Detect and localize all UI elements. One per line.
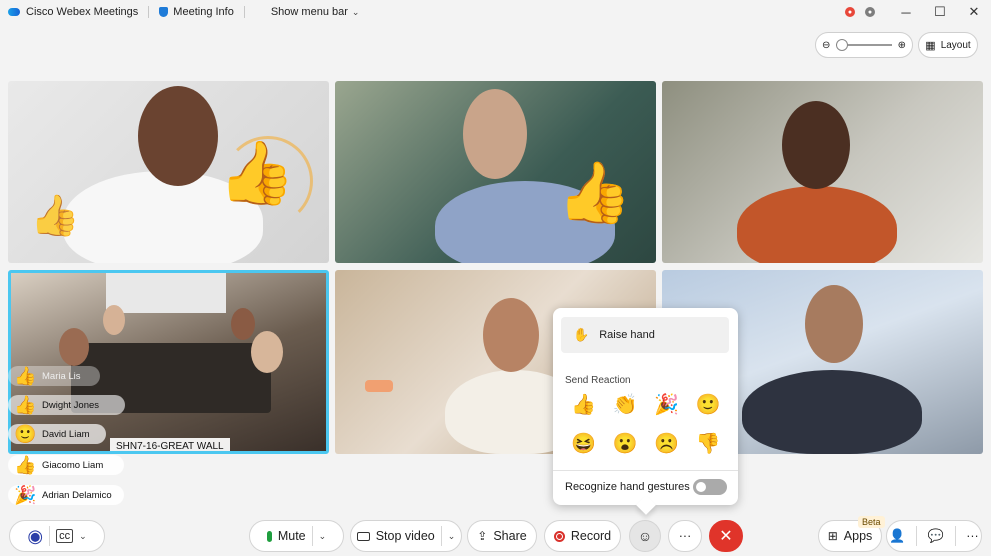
- room-label: SHN7-16-GREAT WALL: [110, 438, 230, 451]
- participant-reaction-item: 👍 Dwight Jones: [8, 395, 125, 415]
- show-menu-bar-button[interactable]: Show menu bar ⌄: [271, 6, 360, 18]
- record-icon: [553, 530, 565, 542]
- recording-status-icon: ●: [845, 7, 855, 17]
- hand-thumbs-up-icon: 👍: [30, 194, 80, 238]
- profile-status-icon: ●: [865, 7, 875, 17]
- right-panel-group: 👤 💬 ···: [886, 520, 982, 552]
- closed-caption-icon[interactable]: cc: [56, 529, 74, 543]
- participant-reaction-item: 👍 Giacomo Liam: [8, 455, 124, 475]
- smile-icon[interactable]: 🙂: [688, 392, 730, 417]
- mute-button[interactable]: Mute: [278, 529, 306, 543]
- mute-button-group: Mute ⌄: [249, 520, 344, 552]
- layout-button[interactable]: ▦ Layout: [918, 32, 978, 58]
- sad-icon[interactable]: ☹️: [646, 431, 688, 456]
- chevron-down-icon[interactable]: ⌄: [319, 531, 327, 542]
- minimize-button[interactable]: ─: [889, 5, 923, 20]
- thumbs-up-reaction-icon: 👍: [557, 159, 632, 226]
- raise-hand-button[interactable]: ✋ Raise hand: [561, 317, 729, 353]
- camera-icon: [356, 531, 370, 541]
- beta-badge: Beta: [858, 516, 885, 528]
- reactions-popup: ✋ Raise hand Send Reaction 👍 👏 🎉 🙂 😆 😮 ☹…: [553, 308, 738, 505]
- thumbs-up-reaction-icon: 👍: [218, 139, 296, 208]
- send-reaction-label: Send Reaction: [565, 375, 631, 386]
- participants-icon[interactable]: 👤: [889, 528, 905, 544]
- reactions-button[interactable]: ☺: [629, 520, 661, 552]
- meeting-info-button[interactable]: Meeting Info: [159, 6, 234, 18]
- assistant-caption-group: ◉ cc ⌄: [9, 520, 105, 552]
- more-panels-button[interactable]: ···: [966, 529, 979, 543]
- app-name: Cisco Webex Meetings: [8, 6, 138, 18]
- recognize-gestures-label: Recognize hand gestures: [565, 481, 690, 493]
- webex-assistant-icon[interactable]: ◉: [27, 526, 43, 547]
- emoji-smile-icon: ☺: [637, 528, 653, 544]
- zoom-slider-handle[interactable]: [836, 39, 849, 51]
- reaction-grid: 👍 👏 🎉 🙂 😆 😮 ☹️ 👎: [563, 392, 729, 456]
- hand-icon: ✋: [573, 327, 590, 342]
- participant-face: [463, 89, 527, 179]
- video-tile-2[interactable]: 👍: [335, 81, 656, 263]
- zoom-slider[interactable]: [836, 39, 892, 51]
- participant-reaction-item: 👍 Maria Lis: [8, 366, 100, 386]
- celebrate-icon[interactable]: 🎉: [646, 392, 688, 417]
- apps-grid-icon: ⊞: [827, 529, 838, 543]
- chevron-down-icon[interactable]: ⌄: [79, 531, 87, 542]
- shield-icon: [159, 7, 169, 17]
- video-tile-1[interactable]: 👍 👍: [8, 81, 329, 263]
- participant-face: [483, 298, 539, 372]
- share-icon: ⇪: [477, 529, 488, 543]
- participant-reaction-item: 🙂 David Liam: [8, 424, 106, 444]
- chevron-down-icon[interactable]: ⌄: [448, 531, 456, 542]
- window-controls: ● ● ─ ☐ ✕: [845, 0, 991, 24]
- participant-face: [138, 86, 218, 186]
- record-button[interactable]: Record: [544, 520, 621, 552]
- zoom-in-icon[interactable]: ⊕: [898, 40, 906, 51]
- surprised-icon[interactable]: 😮: [605, 431, 647, 456]
- participant-reaction-item: 🎉 Adrian Delamico: [8, 485, 124, 505]
- whiteboard: [106, 273, 226, 313]
- microphone-icon: [266, 530, 272, 542]
- webex-logo-icon: [8, 8, 20, 16]
- share-button[interactable]: ⇪ Share: [467, 520, 537, 552]
- recognize-gestures-toggle[interactable]: [693, 479, 727, 495]
- title-bar: Cisco Webex Meetings Meeting Info Show m…: [0, 0, 991, 24]
- chat-icon[interactable]: 💬: [928, 528, 944, 544]
- stop-video-button-group: Stop video ⌄: [350, 520, 462, 552]
- laugh-icon[interactable]: 😆: [563, 431, 605, 456]
- participant-face: [782, 101, 850, 189]
- grid-icon: ▦: [925, 39, 936, 52]
- zoom-control: ⊖ ⊕: [815, 32, 913, 58]
- thumbs-up-icon[interactable]: 👍: [563, 392, 605, 417]
- close-window-button[interactable]: ✕: [957, 4, 991, 20]
- thumbs-down-icon[interactable]: 👎: [688, 431, 730, 456]
- maximize-button[interactable]: ☐: [923, 4, 957, 20]
- stop-video-button[interactable]: Stop video: [376, 529, 435, 543]
- zoom-out-icon[interactable]: ⊖: [822, 40, 830, 51]
- clap-icon[interactable]: 👏: [605, 392, 647, 417]
- participant-face: [805, 285, 863, 363]
- end-meeting-button[interactable]: ✕: [709, 520, 743, 552]
- video-tile-3[interactable]: [662, 81, 983, 263]
- more-options-button[interactable]: ···: [668, 520, 702, 552]
- chevron-down-icon: ⌄: [351, 6, 360, 17]
